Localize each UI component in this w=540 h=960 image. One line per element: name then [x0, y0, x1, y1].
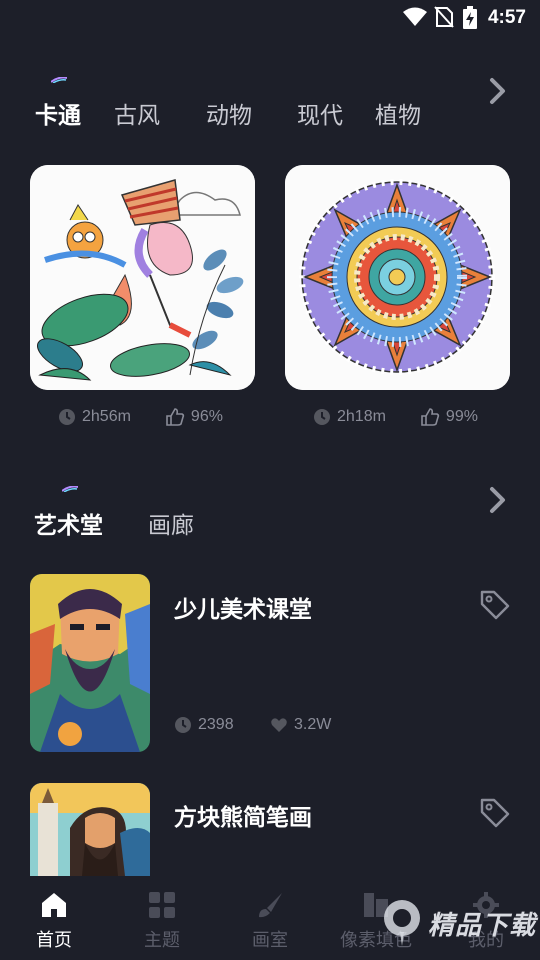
tab-animals[interactable]: 动物: [206, 96, 252, 130]
course-1-likes-count: 3.2W: [294, 716, 332, 733]
nav-studio[interactable]: 画室: [220, 890, 320, 952]
card-1-duration: 2h56m: [82, 408, 131, 425]
card-1-meta: 2h56m 96%: [58, 407, 223, 427]
artwork-card-1[interactable]: [30, 165, 255, 390]
active-tab-sparkle-icon: [51, 77, 67, 83]
mandala-artwork-image: [285, 165, 510, 390]
card-2-likes: 99%: [445, 408, 478, 425]
tab-gallery[interactable]: 画廊: [148, 506, 194, 540]
course-1-views: 2398: [174, 716, 234, 734]
heart-icon: [271, 718, 287, 732]
watermark-text: 精品下载: [427, 909, 536, 940]
thumbs-up-icon: [166, 408, 185, 426]
cartoon-artwork-image: [30, 165, 255, 390]
brush-icon: [259, 893, 282, 918]
nav-home[interactable]: 首页: [4, 890, 104, 952]
clock-icon: [314, 409, 330, 425]
status-bar: 4:57: [0, 0, 540, 36]
nav-themes-label: 主题: [144, 930, 180, 950]
no-sim-icon: [434, 6, 454, 33]
card-2-meta: 2h18m 99%: [313, 407, 478, 427]
nav-home-label: 首页: [36, 930, 72, 950]
battery-charging-icon: [462, 6, 478, 35]
card-2-duration: 2h18m: [337, 408, 386, 425]
thumbs-up-icon: [421, 408, 440, 426]
card-1-likes: 96%: [190, 408, 223, 425]
course-title-1[interactable]: 少儿美术课堂: [174, 590, 312, 624]
tab-cartoon[interactable]: 卡通: [35, 96, 81, 130]
clock-icon: [59, 409, 75, 425]
grid-icon: [149, 892, 175, 918]
tab-plants[interactable]: 植物: [375, 96, 421, 130]
tab-art-hall[interactable]: 艺术堂: [34, 506, 103, 540]
bottom-navigation: 首页 主题 画室 像素填色 我的 精品下载: [0, 876, 540, 960]
tag-icon[interactable]: [478, 796, 512, 830]
clock-icon: [175, 717, 191, 733]
wifi-icon: [402, 6, 428, 33]
active-section-sparkle-icon: [62, 486, 78, 492]
course-thumbnail-1[interactable]: [30, 574, 150, 752]
course-1-likes: 3.2W: [270, 716, 331, 734]
course-1-views-count: 2398: [198, 716, 234, 733]
course-thumbnail-2[interactable]: [30, 783, 150, 876]
artwork-card-2[interactable]: [285, 165, 510, 390]
tab-ancient-style[interactable]: 古风: [114, 96, 160, 130]
status-time: 4:57: [487, 7, 526, 28]
watermark-logo-icon: [383, 900, 420, 946]
categories-more-chevron-icon[interactable]: [486, 76, 510, 106]
home-icon: [42, 893, 66, 917]
tag-icon[interactable]: [478, 588, 512, 622]
portrait-artwork-image-2: [30, 783, 150, 876]
course-title-2[interactable]: 方块熊简笔画: [174, 798, 312, 832]
nav-studio-label: 画室: [252, 930, 288, 950]
watermark: 精品下载: [380, 898, 536, 948]
tab-modern[interactable]: 现代: [297, 96, 343, 130]
nav-themes[interactable]: 主题: [112, 890, 212, 952]
section-more-chevron-icon[interactable]: [486, 485, 510, 515]
portrait-artwork-image: [30, 574, 150, 752]
